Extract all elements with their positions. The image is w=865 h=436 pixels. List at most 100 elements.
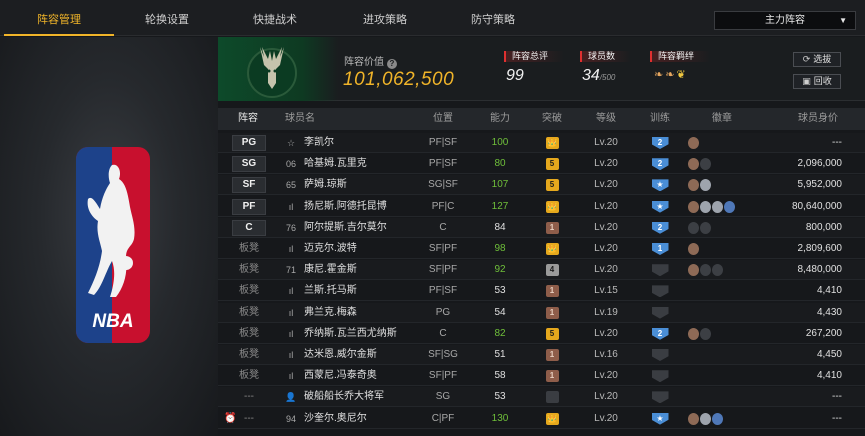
help-icon[interactable]: ? [387, 59, 397, 69]
table-row[interactable]: 板凳 ıl 迈克尔.波特 SF|PF 98 👑 Lv.20 1 2,809,600 [218, 239, 865, 259]
slot-badge[interactable]: C [232, 219, 266, 236]
training-cell[interactable] [642, 366, 678, 386]
training-cell[interactable]: ★ [642, 175, 678, 195]
col-player-value[interactable]: 球员身价 [778, 108, 858, 130]
tab-rotation-settings[interactable]: 轮换设置 [112, 0, 222, 36]
training-cell[interactable]: ★ [642, 197, 678, 217]
breakthrough-cell[interactable]: 1 [536, 366, 568, 386]
empty-badge-icon [700, 158, 711, 171]
player-value: 8,480,000 [797, 264, 843, 276]
bond-icons[interactable]: ❧❧❦ [654, 68, 710, 81]
slot-badge[interactable]: PG [232, 135, 266, 151]
col-slot[interactable]: 阵容 [228, 108, 268, 130]
training-cell[interactable] [642, 281, 678, 301]
badge-list[interactable] [688, 264, 724, 277]
badge-list[interactable] [688, 200, 736, 214]
col-player-name[interactable]: 球员名 [280, 108, 320, 130]
training-cell[interactable] [642, 303, 678, 323]
col-training[interactable]: 训练 [642, 108, 678, 130]
player-level: Lv.20 [594, 412, 618, 424]
badge-list[interactable] [688, 158, 712, 171]
breakthrough-cell[interactable] [536, 387, 568, 407]
badge-list[interactable] [688, 327, 712, 341]
player-level: Lv.20 [594, 179, 618, 191]
breakthrough-cell[interactable]: 5 [536, 324, 568, 344]
player-ability: 58 [494, 370, 506, 382]
table-row[interactable]: C 76 阿尔提斯.吉尔莫尔 C 84 1 Lv.20 2 800,000 [218, 218, 865, 238]
training-cell[interactable] [642, 345, 678, 365]
training-cell[interactable] [642, 260, 678, 280]
table-row[interactable]: PF ıl 扬尼斯.阿德托昆博 PF|C 127 👑 Lv.20 ★ 80,640,000 [218, 197, 865, 217]
training-cell[interactable]: ★ [642, 409, 678, 429]
recycle-button-label: 回收 [813, 76, 832, 86]
badge-list[interactable] [688, 137, 700, 150]
breakthrough-cell[interactable]: 5 [536, 154, 568, 174]
recycle-button[interactable]: ▣ 回收 [793, 74, 841, 89]
breakthrough-badge: 1 [545, 370, 559, 383]
breakthrough-cell[interactable]: 1 [536, 281, 568, 301]
table-row[interactable]: 板凳 ıl 达米恩.威尔金斯 SF|SG 51 1 Lv.16 4,450 [218, 345, 865, 365]
breakthrough-cell[interactable]: 1 [536, 218, 568, 238]
tab-offense-strategy[interactable]: 进攻策略 [330, 0, 440, 36]
table-row[interactable]: PG ☆ 李凯尔 PF|SF 100 👑 Lv.20 2 --- [218, 133, 865, 153]
training-cell[interactable]: 2 [642, 154, 678, 174]
empty-badge-icon [688, 221, 699, 234]
bond-icon[interactable]: ❧ [665, 69, 676, 81]
lineup-bond-label: 阵容羁绊 [650, 51, 711, 62]
slot-badge[interactable]: SG [232, 156, 266, 173]
player-level: Lv.20 [594, 327, 618, 339]
training-cell[interactable]: 1 [642, 239, 678, 259]
slot-badge[interactable]: PF [232, 198, 266, 215]
breakthrough-cell[interactable]: 5 [536, 175, 568, 195]
bond-icon[interactable]: ❦ [676, 69, 687, 81]
select-button[interactable]: ⟳ 选拔 [793, 52, 841, 67]
training-badge [651, 264, 669, 277]
table-row[interactable]: 板凳 71 康尼.霍金斯 SF|PF 92 4 Lv.20 8,480,000 [218, 260, 865, 281]
table-row[interactable]: 板凳 ıl 西蒙尼.冯泰奇奥 SF|PF 58 1 Lv.20 4,410 [218, 366, 865, 387]
training-cell[interactable]: 2 [642, 133, 678, 153]
table-row[interactable]: 板凳 ıl 兰斯.托马斯 PF|SF 53 1 Lv.15 4,410 [218, 281, 865, 302]
player-level: Lv.20 [594, 391, 618, 403]
col-position[interactable]: 位置 [418, 108, 468, 130]
table-row[interactable]: 板凳 ıl 弗兰克.梅森 PG 54 1 Lv.19 4,430 [218, 303, 865, 323]
training-cell[interactable]: 2 [642, 218, 678, 238]
breakthrough-cell[interactable]: 👑 [536, 197, 568, 217]
breakthrough-cell[interactable]: 1 [536, 303, 568, 323]
breakthrough-cell[interactable]: 4 [536, 260, 568, 280]
badge-list[interactable] [688, 179, 712, 192]
jersey-number: 71 [285, 265, 296, 276]
table-row[interactable]: --- 👤 破船船长乔大将军 SG 53 Lv.20 --- [218, 387, 865, 408]
training-cell[interactable]: 2 [642, 324, 678, 344]
table-row[interactable]: SF 65 萨姆.琼斯 SG|SF 107 5 Lv.20 ★ 5,952,000 [218, 175, 865, 196]
silver-badge-icon [712, 200, 723, 213]
col-level[interactable]: 等级 [588, 108, 624, 130]
lineup-select[interactable]: 主力阵容 ▼ [714, 11, 856, 30]
badge-list[interactable] [688, 412, 724, 426]
col-badges[interactable]: 徽章 [704, 108, 740, 130]
breakthrough-cell[interactable]: 👑 [536, 409, 568, 429]
badge-list[interactable] [688, 243, 700, 256]
table-row[interactable]: 板凳 ıl 乔纳斯.瓦兰西尤纳斯 C 82 5 Lv.20 2 267,200 [218, 324, 865, 344]
training-cell[interactable] [642, 387, 678, 407]
tab-lineup-management[interactable]: 阵容管理 [4, 0, 114, 36]
jersey-number: ıl [288, 286, 294, 297]
breakthrough-cell[interactable]: 1 [536, 345, 568, 365]
table-row[interactable]: SG 06 哈基姆.瓦里克 PF|SF 80 5 Lv.20 2 2,096,000 [218, 154, 865, 175]
silver-badge-icon [700, 412, 711, 425]
table-row[interactable]: ⏰ --- 94 沙奎尔.奥尼尔 C|PF 130 👑 Lv.20 ★ --- [218, 409, 865, 429]
player-ability: 53 [494, 391, 506, 403]
tab-defense-strategy[interactable]: 防守策略 [438, 0, 548, 36]
player-level: Lv.15 [594, 285, 618, 297]
badge-list[interactable] [688, 221, 712, 235]
slot-badge[interactable]: SF [232, 177, 266, 194]
col-breakthrough[interactable]: 突破 [534, 108, 570, 130]
player-level: Lv.19 [594, 306, 618, 318]
player-level: Lv.20 [594, 200, 618, 212]
breakthrough-cell[interactable]: 👑 [536, 133, 568, 153]
bond-icon[interactable]: ❧ [654, 69, 665, 81]
tab-quick-tactics[interactable]: 快捷战术 [220, 0, 330, 36]
player-position: C [439, 221, 447, 233]
col-ability[interactable]: 能力 [482, 108, 518, 130]
breakthrough-cell[interactable]: 👑 [536, 239, 568, 259]
rating-value: 99 [506, 67, 524, 84]
